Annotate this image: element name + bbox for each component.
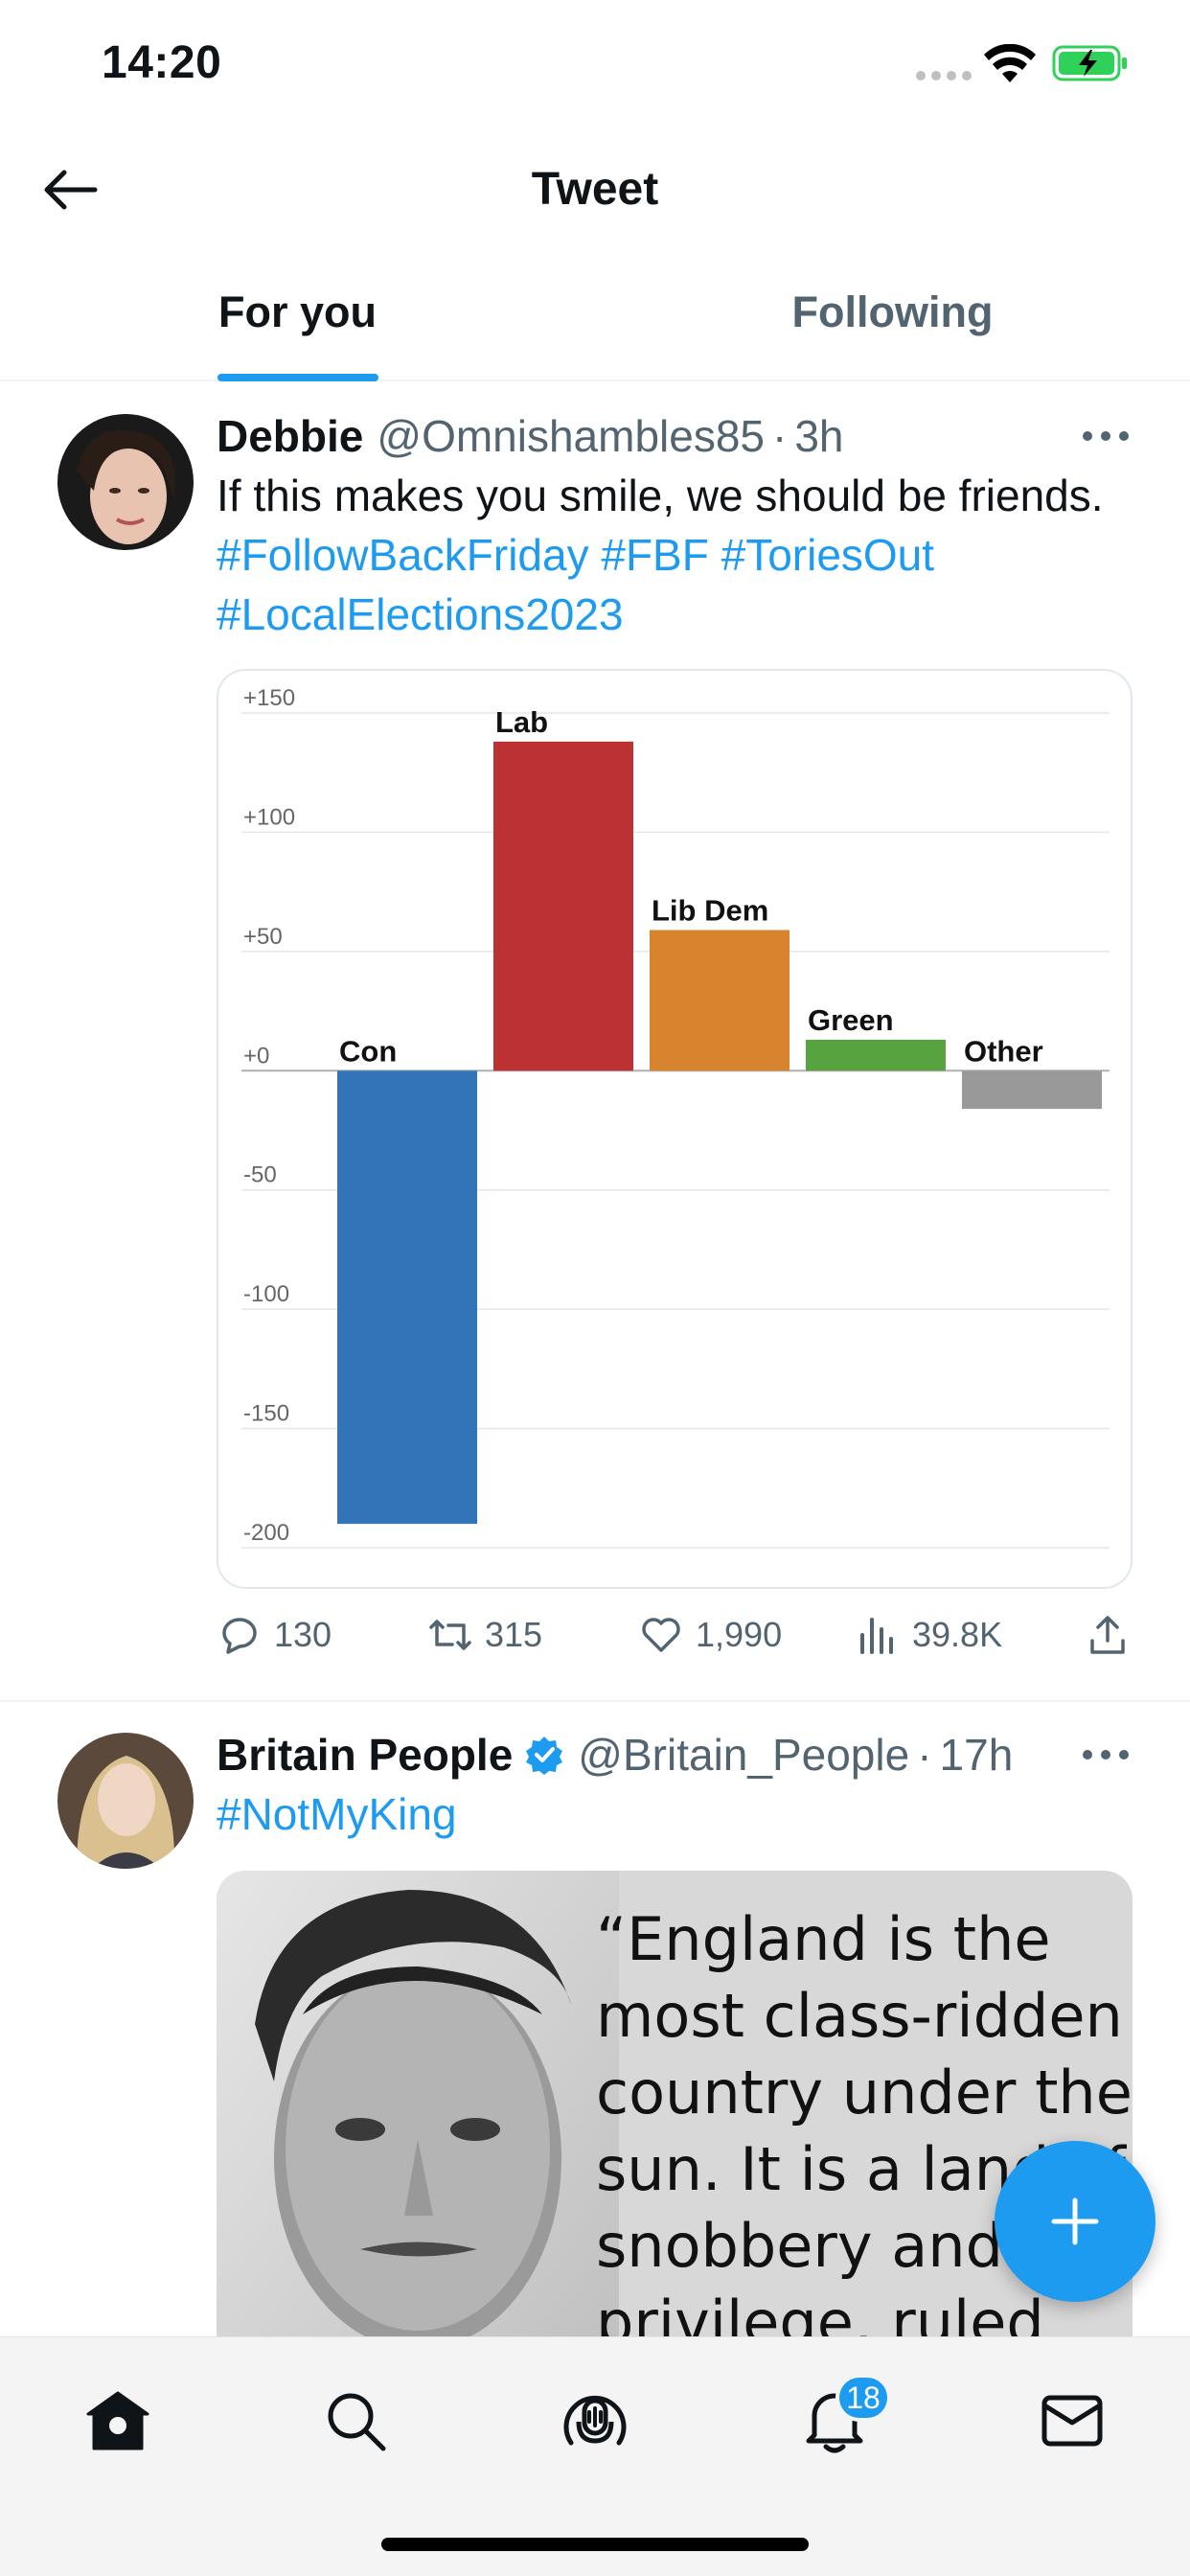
author-name[interactable]: Debbie bbox=[217, 410, 363, 462]
like-count: 1,990 bbox=[696, 1615, 783, 1654]
share-icon bbox=[1090, 1616, 1125, 1654]
tweet-time: 3h bbox=[794, 411, 844, 461]
search-icon bbox=[328, 2393, 386, 2451]
nav-messages[interactable] bbox=[1029, 2378, 1115, 2464]
hashtag-link[interactable]: #LocalElections2023 bbox=[217, 589, 624, 639]
heart-icon bbox=[642, 1618, 680, 1652]
tweet-text: If this makes you smile, we should be fr… bbox=[217, 466, 1136, 644]
chart-y-tick-label: +0 bbox=[243, 1043, 269, 1069]
reply-icon bbox=[222, 1618, 257, 1654]
hashtag-link[interactable]: #ToriesOut bbox=[721, 530, 934, 580]
portrait-photo bbox=[217, 1871, 619, 2350]
home-indicator bbox=[381, 2538, 809, 2551]
chart-y-tick-label: -150 bbox=[243, 1401, 289, 1427]
analytics-icon bbox=[860, 1618, 893, 1654]
hashtag-link[interactable]: #NotMyKing bbox=[217, 1789, 457, 1839]
home-icon bbox=[86, 2391, 149, 2450]
chart-bar-label: Other bbox=[964, 1034, 1043, 1068]
like-button[interactable]: 1,990 bbox=[638, 1612, 782, 1658]
wifi-icon bbox=[984, 44, 1036, 82]
reply-count: 130 bbox=[274, 1615, 332, 1654]
nav-search[interactable] bbox=[312, 2378, 399, 2464]
view-count: 39.8K bbox=[912, 1615, 1003, 1654]
more-options-icon[interactable] bbox=[1083, 429, 1129, 443]
page-title: Tweet bbox=[531, 164, 659, 215]
tab-bar: For you Following bbox=[0, 259, 1190, 381]
retweet-count: 315 bbox=[485, 1615, 543, 1654]
header: Tweet bbox=[0, 134, 1190, 245]
status-time: 14:20 bbox=[102, 37, 222, 88]
chart-bar-lib-dem bbox=[650, 930, 790, 1071]
chart-y-tick-label: +150 bbox=[243, 685, 295, 711]
avatar[interactable] bbox=[57, 1733, 194, 1869]
chart-bar-con bbox=[337, 1070, 477, 1525]
nav-notifications[interactable]: 18 bbox=[791, 2374, 891, 2464]
status-bar: 14:20 bbox=[0, 0, 1190, 134]
tweet-header: Britain People @Britain_People · 17h bbox=[217, 1729, 1013, 1781]
chart-bar-label: Lab bbox=[495, 705, 548, 739]
mail-icon bbox=[1041, 2395, 1103, 2447]
nav-spaces[interactable] bbox=[552, 2378, 638, 2464]
chart-y-tick-label: -50 bbox=[243, 1162, 277, 1188]
spaces-icon bbox=[563, 2395, 627, 2446]
retweet-icon bbox=[429, 1620, 471, 1650]
text-segment: If this makes you smile, we should be fr… bbox=[217, 471, 1104, 520]
tab-label: Following bbox=[791, 288, 994, 336]
text-segment bbox=[709, 530, 721, 580]
bar-chart: +150 +100 +50 +0 -50 -100 -150 -200 Con Lab Lib De… bbox=[241, 685, 1110, 1549]
chart-y-tick-label: +50 bbox=[243, 924, 283, 950]
verified-badge-icon bbox=[526, 1736, 563, 1775]
chart-bar-label: Green bbox=[808, 1003, 894, 1037]
hashtag-link[interactable]: #FollowBackFriday bbox=[217, 530, 589, 580]
reply-button[interactable]: 130 bbox=[217, 1612, 332, 1658]
text-segment bbox=[589, 530, 602, 580]
plus-icon bbox=[1051, 2197, 1099, 2245]
author-name[interactable]: Britain People bbox=[217, 1729, 513, 1781]
tweet-header: Debbie @Omnishambles85 · 3h bbox=[217, 410, 844, 462]
chart-bar-green bbox=[806, 1039, 946, 1071]
author-handle[interactable]: @Omnishambles85 bbox=[377, 410, 765, 462]
tweet-actions: 130 315 1,990 39.8K bbox=[217, 1606, 1136, 1669]
tab-following[interactable]: Following bbox=[595, 259, 1190, 380]
chart-y-tick-label: -200 bbox=[243, 1520, 289, 1546]
author-handle[interactable]: @Britain_People bbox=[578, 1729, 909, 1781]
chart-y-tick-label: +100 bbox=[243, 804, 295, 830]
tab-for-you[interactable]: For you bbox=[0, 259, 595, 381]
more-options-icon[interactable] bbox=[1083, 1748, 1129, 1761]
tweet-image[interactable]: “England is the most class-ridden countr… bbox=[217, 1871, 1133, 2350]
compose-tweet-button[interactable] bbox=[995, 2141, 1156, 2302]
chart-bar-label: Lib Dem bbox=[652, 893, 768, 927]
separator-dot: · bbox=[772, 411, 788, 461]
battery-charging-icon bbox=[1052, 45, 1127, 81]
share-button[interactable] bbox=[1085, 1612, 1131, 1658]
signal-dots-icon bbox=[916, 71, 972, 80]
chart-bar-other bbox=[962, 1070, 1102, 1110]
notification-badge: 18 bbox=[835, 2374, 891, 2422]
tab-active-indicator bbox=[217, 374, 378, 381]
nav-home[interactable] bbox=[75, 2378, 161, 2464]
tweet-text: #NotMyKing bbox=[217, 1784, 1136, 1844]
avatar[interactable] bbox=[57, 414, 194, 550]
chart-bar-lab bbox=[493, 741, 633, 1071]
views-button[interactable]: 39.8K bbox=[855, 1612, 1002, 1658]
avatar-image bbox=[57, 414, 194, 550]
chart-y-tick-label: -100 bbox=[243, 1281, 289, 1307]
avatar-image bbox=[57, 1733, 194, 1869]
tab-label: For you bbox=[218, 288, 377, 336]
hashtag-link[interactable]: #FBF bbox=[601, 530, 708, 580]
tweet-time: 17h bbox=[939, 1730, 1014, 1780]
chart-card[interactable]: +150 +100 +50 +0 -50 -100 -150 -200 Con Lab Lib De… bbox=[217, 669, 1133, 1589]
retweet-button[interactable]: 315 bbox=[427, 1612, 542, 1658]
chart-bar-label: Con bbox=[339, 1034, 397, 1068]
separator-dot: · bbox=[917, 1730, 932, 1780]
